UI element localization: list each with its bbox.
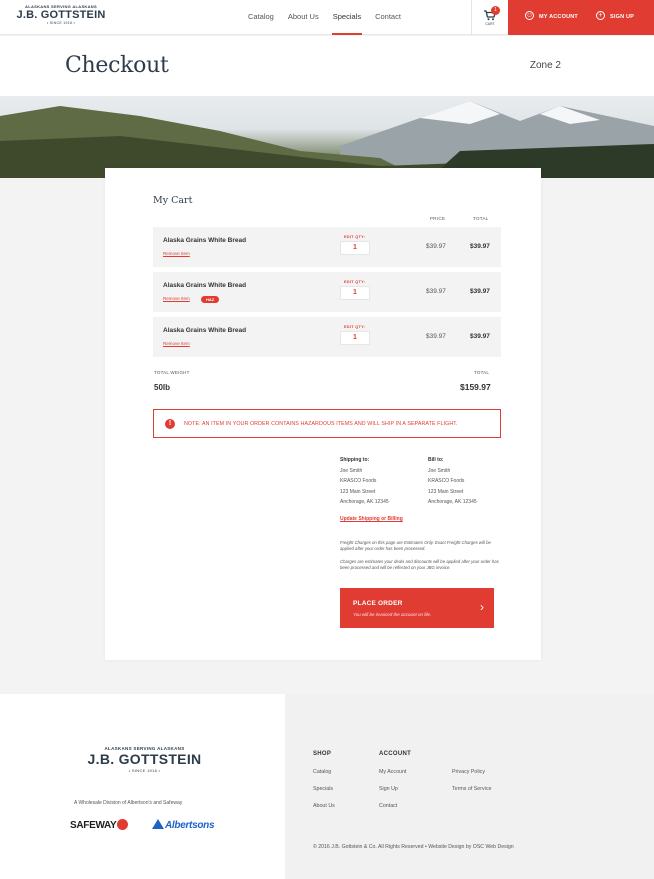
albertsons-a-icon — [152, 819, 164, 830]
place-order-label: PLACE ORDER — [353, 600, 403, 607]
shipping-name: Joe Smith — [340, 467, 363, 474]
safeway-logo: SAFEWAY — [70, 819, 129, 832]
remove-item-link[interactable]: Remove Item — [163, 251, 190, 256]
footer-links: SHOP Catalog Specials About Us ACCOUNT M… — [285, 694, 654, 879]
order-total-value: $159.97 — [460, 382, 491, 392]
footer-shop-heading: SHOP — [313, 751, 332, 757]
footer-link-specials[interactable]: Specials — [313, 786, 333, 792]
cart-item-row: Alaska Grains White Bread Remove Item ED… — [153, 317, 501, 357]
division-text: A Wholesale Division of Albertson's and … — [74, 800, 183, 806]
footer-link-privacy-policy[interactable]: Privacy Policy — [452, 769, 485, 775]
billing-heading: Bill to: — [428, 457, 444, 463]
cart-title: My Cart — [153, 195, 193, 206]
site-logo[interactable]: ALASKANS SERVING ALASKANS J.B. GOTTSTEIN… — [11, 4, 111, 30]
shipping-company: KRASCO Foods — [340, 478, 377, 484]
hazard-notice: ! NOTE: AN ITEM IN YOUR ORDER CONTAINS H… — [153, 409, 501, 438]
zone-indicator: Zone 2 — [529, 60, 561, 71]
checkout-card: My Cart PRICE TOTAL Alaska Grains White … — [105, 168, 541, 660]
qty-input[interactable]: 1 — [340, 241, 370, 255]
qty-label: EDIT QTY: — [344, 280, 366, 284]
item-total: $39.97 — [470, 288, 490, 295]
billing-company: KRASCO Foods — [428, 478, 465, 484]
total-weight-label: TOTAL WEIGHT — [154, 370, 190, 375]
cart-item-row: Alaska Grains White Bread Remove Item ED… — [153, 227, 501, 267]
footer-link-sign-up[interactable]: Sign Up — [379, 786, 398, 792]
remove-item-link[interactable]: Remove Item — [163, 296, 190, 301]
my-account-label: MY ACCOUNT — [539, 14, 578, 20]
qty-label: EDIT QTY: — [344, 325, 366, 329]
qty-input[interactable]: 1 — [340, 331, 370, 345]
copyright-text: © 2016 J.B. Gottstein & Co. All Rights R… — [313, 844, 514, 850]
main-nav: Catalog About Us Specials Contact — [248, 0, 415, 35]
site-header: ALASKANS SERVING ALASKANS J.B. GOTTSTEIN… — [0, 0, 654, 35]
page-title: Checkout — [65, 53, 169, 78]
nav-catalog[interactable]: Catalog — [248, 0, 274, 35]
cart-item-row: Alaska Grains White Bread Remove Item HA… — [153, 272, 501, 312]
sign-up-button[interactable]: + SIGN UP — [596, 0, 634, 35]
cart-count-badge: 1 — [491, 6, 500, 15]
order-total-label: TOTAL — [474, 370, 490, 375]
item-price: $39.97 — [426, 288, 446, 295]
footer-logo-since: • SINCE 1916 • — [128, 768, 161, 773]
sign-up-label: SIGN UP — [610, 14, 635, 20]
hazard-badge: HAZ — [201, 296, 220, 303]
footer-link-about-us[interactable]: About Us — [313, 803, 335, 809]
alert-icon: ! — [165, 419, 175, 429]
nav-about-us[interactable]: About Us — [288, 0, 319, 35]
logo-name: J.B. GOTTSTEIN — [16, 9, 106, 21]
user-icon: ☺ — [525, 11, 534, 21]
billing-address: Bill to: Joe Smith KRASCO Foods 123 Main… — [428, 455, 477, 508]
qty-label: EDIT QTY: — [344, 235, 366, 239]
albertsons-logo-text: Albertsons — [165, 820, 215, 831]
nav-contact[interactable]: Contact — [375, 0, 401, 35]
place-order-button[interactable]: PLACE ORDER You will be invoiced the acc… — [340, 588, 494, 628]
place-order-sub: You will be invoiced the account on file… — [353, 612, 432, 617]
item-total: $39.97 — [470, 243, 490, 250]
mountain-landscape — [0, 101, 654, 178]
footer-brand: ALASKANS SERVING ALASKANS J.B. GOTTSTEIN… — [0, 694, 285, 879]
shipping-address: Shipping to: Joe Smith KRASCO Foods 123 … — [340, 455, 389, 508]
albertsons-logo: Albertsons — [152, 819, 215, 831]
footer-logo-name: J.B. GOTTSTEIN — [87, 751, 202, 767]
total-column-header: TOTAL — [473, 216, 489, 221]
footer-account-heading: ACCOUNT — [379, 751, 412, 757]
account-bar: ☺ MY ACCOUNT + SIGN UP — [508, 0, 654, 35]
billing-city: Anchorage, AK 12345 — [428, 499, 477, 505]
shipping-city: Anchorage, AK 12345 — [340, 499, 389, 505]
title-bar: Checkout Zone 2 — [0, 36, 654, 96]
item-total: $39.97 — [470, 333, 490, 340]
safeway-logo-text: SAFEWAY — [70, 820, 117, 832]
total-weight-value: 50lb — [154, 383, 171, 392]
safeway-s-icon — [117, 819, 129, 830]
shipping-heading: Shipping to: — [340, 457, 370, 463]
footer-link-contact[interactable]: Contact — [379, 803, 397, 809]
item-name: Alaska Grains White Bread — [163, 282, 247, 289]
billing-name: Joe Smith — [428, 467, 451, 474]
charges-note: Charges are estimates your deals and dis… — [340, 559, 499, 570]
plus-circle-icon: + — [596, 11, 605, 21]
update-shipping-billing-link[interactable]: Update Shipping or Billing — [340, 516, 403, 522]
item-price: $39.97 — [426, 333, 446, 340]
item-price: $39.97 — [426, 243, 446, 250]
shipping-street: 123 Main Street — [340, 488, 376, 495]
chevron-right-icon: › — [480, 600, 484, 614]
qty-input[interactable]: 1 — [340, 286, 370, 300]
item-name: Alaska Grains White Bread — [163, 327, 247, 334]
billing-street: 123 Main Street — [428, 488, 464, 495]
logo-since: • SINCE 1916 • — [46, 21, 76, 25]
footer-link-catalog[interactable]: Catalog — [313, 769, 331, 775]
item-name: Alaska Grains White Bread — [163, 237, 247, 244]
hazard-notice-text: NOTE: AN ITEM IN YOUR ORDER CONTAINS HAZ… — [184, 421, 458, 427]
footer-link-my-account[interactable]: My Account — [379, 769, 406, 775]
cart-button[interactable]: 1 CART — [471, 0, 508, 35]
freight-note: Freight Charges on this page are Estimat… — [340, 540, 491, 551]
footer-link-terms-of-service[interactable]: Terms of Service — [452, 786, 491, 792]
my-account-button[interactable]: ☺ MY ACCOUNT — [525, 0, 578, 35]
cart-label: CART — [485, 22, 495, 26]
nav-specials[interactable]: Specials — [331, 0, 363, 35]
footer-logo[interactable]: ALASKANS SERVING ALASKANS J.B. GOTTSTEIN… — [77, 746, 212, 773]
remove-item-link[interactable]: Remove Item — [163, 341, 190, 346]
mountain-banner-image — [0, 96, 654, 178]
price-column-header: PRICE — [430, 216, 446, 221]
